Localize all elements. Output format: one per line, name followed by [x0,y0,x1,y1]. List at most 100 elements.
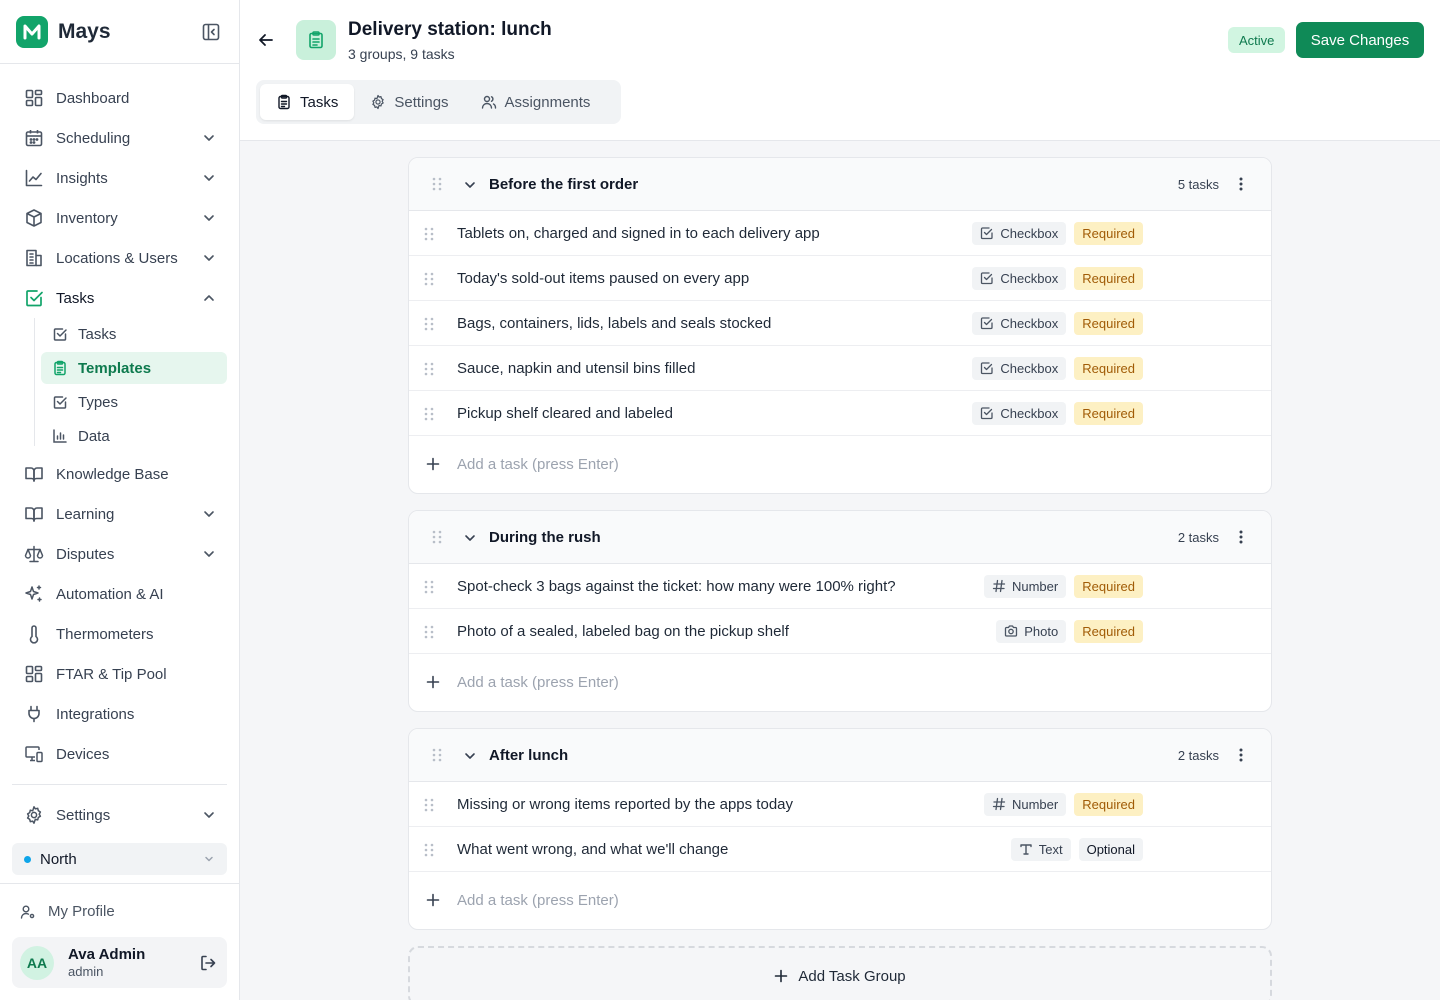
task-group-title[interactable]: After lunch [489,747,568,764]
sidebar-item-label: Insights [56,169,108,187]
sidebar-item-tasks[interactable]: Tasks [0,278,239,318]
drag-handle-icon[interactable] [423,797,435,813]
task-row[interactable]: Sauce, napkin and utensil bins filled Ch… [409,346,1271,391]
task-type-tag[interactable]: Photo [996,619,1067,643]
tab-tasks[interactable]: Tasks [260,84,355,120]
sidebar-item-settings[interactable]: Settings [0,795,239,835]
sidebar-item-devices[interactable]: Devices [0,734,239,774]
drag-handle-icon[interactable] [431,176,443,192]
sidebar-item-inventory[interactable]: Inventory [0,198,239,238]
drag-handle-icon[interactable] [431,529,443,545]
task-title[interactable]: Sauce, napkin and utensil bins filled [457,360,696,377]
sidebar-item-scheduling[interactable]: Scheduling [0,118,239,158]
drag-handle-icon[interactable] [423,316,435,332]
sidebar-item-dashboard[interactable]: Dashboard [0,78,239,118]
my-profile-link[interactable]: My Profile [20,903,115,920]
task-type-label: Checkbox [1000,360,1059,376]
task-title[interactable]: Today's sold-out items paused on every a… [457,270,749,287]
tab-assignments[interactable]: Assignments [465,84,607,120]
task-title[interactable]: Bags, containers, lids, labels and seals… [457,315,771,332]
task-row[interactable]: Pickup shelf cleared and labeled Checkbo… [409,391,1271,436]
sidebar-subitem-tasks[interactable]: Tasks [41,318,227,350]
sidebar-item-automation-ai[interactable]: Automation & AI [0,574,239,614]
task-type-tag[interactable]: Checkbox [972,401,1067,425]
task-row[interactable]: Spot-check 3 bags against the ticket: ho… [409,564,1271,609]
chevron-down-icon[interactable] [462,177,478,193]
requirement-badge[interactable]: Required [1074,266,1143,290]
tab-settings[interactable]: Settings [354,84,464,120]
task-title[interactable]: Missing or wrong items reported by the a… [457,796,793,813]
sidebar-item-knowledge-base[interactable]: Knowledge Base [0,454,239,494]
chevron-down-icon [201,546,217,562]
task-group-title[interactable]: Before the first order [489,176,638,193]
drag-handle-icon[interactable] [423,361,435,377]
task-title[interactable]: Spot-check 3 bags against the ticket: ho… [457,578,896,595]
requirement-badge[interactable]: Required [1074,574,1143,598]
task-type-tag[interactable]: Number [983,792,1067,816]
chevron-down-icon[interactable] [462,748,478,764]
page-header: Delivery station: lunch 3 groups, 9 task… [240,0,1440,141]
task-title[interactable]: Tablets on, charged and signed in to eac… [457,225,820,242]
task-group-title[interactable]: During the rush [489,529,601,546]
task-row[interactable]: Today's sold-out items paused on every a… [409,256,1271,301]
sidebar-item-disputes[interactable]: Disputes [0,534,239,574]
requirement-badge[interactable]: Required [1074,401,1143,425]
sidebar-item-learning[interactable]: Learning [0,494,239,534]
task-row[interactable]: Photo of a sealed, labeled bag on the pi… [409,609,1271,654]
collapse-sidebar-icon[interactable] [199,20,223,44]
chevron-down-icon[interactable] [462,530,478,546]
add-task-input[interactable] [457,673,957,691]
user-card: AA Ava Admin admin [12,937,227,988]
sidebar-subitem-types[interactable]: Types [41,386,227,418]
requirement-badge[interactable]: Required [1074,356,1143,380]
task-type-tag[interactable]: Checkbox [972,221,1067,245]
drag-handle-icon[interactable] [423,226,435,242]
sidebar-item-locations-users[interactable]: Locations & Users [0,238,239,278]
task-group-count: 2 tasks [1177,747,1219,763]
back-arrow-icon[interactable] [256,30,276,50]
requirement-badge[interactable]: Optional [1078,837,1143,861]
task-title[interactable]: Pickup shelf cleared and labeled [457,405,673,422]
drag-handle-icon[interactable] [423,842,435,858]
add-task-input[interactable] [457,455,957,473]
sidebar-item-label: Learning [56,505,115,523]
task-row[interactable]: Tablets on, charged and signed in to eac… [409,211,1271,256]
requirement-badge[interactable]: Required [1074,619,1143,643]
box-icon [24,208,44,228]
task-row[interactable]: What went wrong, and what we'll change T… [409,827,1271,872]
sidebar-item-insights[interactable]: Insights [0,158,239,198]
chevron-down-icon [201,170,217,186]
task-type-tag[interactable]: Text [1010,837,1071,861]
more-vertical-icon[interactable] [1233,176,1249,192]
task-title[interactable]: Photo of a sealed, labeled bag on the pi… [457,623,789,640]
sidebar-subitem-data[interactable]: Data [41,420,227,452]
clipboard-icon [296,20,336,60]
drag-handle-icon[interactable] [423,406,435,422]
task-type-tag[interactable]: Checkbox [972,356,1067,380]
sidebar-subitem-templates[interactable]: Templates [41,352,227,384]
drag-handle-icon[interactable] [431,747,443,763]
sidebar-item-thermometers[interactable]: Thermometers [0,614,239,654]
drag-handle-icon[interactable] [423,579,435,595]
requirement-badge[interactable]: Required [1074,221,1143,245]
more-vertical-icon[interactable] [1233,529,1249,545]
task-row[interactable]: Missing or wrong items reported by the a… [409,782,1271,827]
requirement-badge[interactable]: Required [1074,792,1143,816]
add-task-input[interactable] [457,891,957,909]
task-type-tag[interactable]: Number [983,574,1067,598]
save-changes-button[interactable]: Save Changes [1296,22,1424,58]
sidebar-item-ftar-tip-pool[interactable]: FTAR & Tip Pool [0,654,239,694]
task-row[interactable]: Bags, containers, lids, labels and seals… [409,301,1271,346]
add-task-group-button[interactable]: Add Task Group [408,946,1272,1000]
requirement-badge[interactable]: Required [1074,311,1143,335]
task-type-tag[interactable]: Checkbox [972,311,1067,335]
logout-icon[interactable] [199,954,217,972]
drag-handle-icon[interactable] [423,624,435,640]
more-vertical-icon[interactable] [1233,747,1249,763]
task-group-count: 5 tasks [1177,176,1219,192]
drag-handle-icon[interactable] [423,271,435,287]
task-title[interactable]: What went wrong, and what we'll change [457,841,728,858]
sidebar-item-integrations[interactable]: Integrations [0,694,239,734]
location-select[interactable]: North [12,843,227,875]
task-type-tag[interactable]: Checkbox [972,266,1067,290]
